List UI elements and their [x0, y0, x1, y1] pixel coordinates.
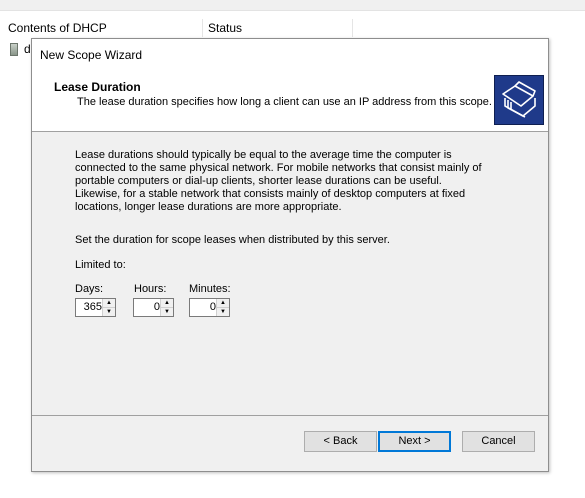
spin-down-arrow-icon[interactable]: ▼	[161, 308, 173, 316]
page-subtitle: The lease duration specifies how long a …	[77, 96, 492, 108]
spin-up-arrow-icon[interactable]: ▲	[103, 299, 115, 308]
description-line: Likewise, for a stable network that cons…	[75, 188, 466, 200]
set-duration-text: Set the duration for scope leases when d…	[75, 234, 390, 246]
top-toolbar-strip	[0, 0, 585, 11]
column-header-status[interactable]: Status	[208, 21, 242, 35]
days-label: Days:	[75, 283, 104, 295]
button-divider	[32, 415, 548, 416]
spin-down-arrow-icon[interactable]: ▼	[217, 308, 229, 316]
hours-spinner[interactable]: 0 ▲ ▼	[133, 298, 174, 317]
next-button[interactable]: Next >	[378, 431, 451, 452]
titlebar: New Scope Wizard	[32, 39, 548, 69]
new-scope-wizard-dialog: New Scope Wizard Lease Duration The leas…	[31, 38, 549, 472]
spin-up-arrow-icon[interactable]: ▲	[161, 299, 173, 308]
window-title: New Scope Wizard	[40, 48, 143, 62]
column-header-contents[interactable]: Contents of DHCP	[8, 21, 107, 35]
back-button[interactable]: < Back	[304, 431, 377, 452]
cancel-button[interactable]: Cancel	[462, 431, 535, 452]
spinner-buttons: ▲ ▼	[216, 299, 229, 316]
spin-down-arrow-icon[interactable]: ▼	[103, 308, 115, 316]
wizard-header: Lease Duration The lease duration specif…	[32, 69, 548, 132]
description-line: portable computers or dial-up clients, s…	[75, 175, 442, 187]
limited-to-label: Limited to:	[75, 259, 126, 271]
days-spinner[interactable]: 365 ▲ ▼	[75, 298, 116, 317]
days-value[interactable]: 365	[84, 301, 102, 313]
minutes-spinner[interactable]: 0 ▲ ▼	[189, 298, 230, 317]
folders-icon	[494, 75, 544, 125]
minutes-label: Minutes:	[189, 283, 231, 295]
spinner-buttons: ▲ ▼	[160, 299, 173, 316]
hours-label: Hours:	[134, 283, 167, 295]
description-line: locations, longer lease durations are mo…	[75, 201, 342, 213]
spinner-buttons: ▲ ▼	[102, 299, 115, 316]
column-divider[interactable]	[352, 19, 353, 37]
spin-up-arrow-icon[interactable]: ▲	[217, 299, 229, 308]
description-line: connected to the same physical network. …	[75, 162, 482, 174]
page-title: Lease Duration	[54, 80, 141, 94]
description-line: Lease durations should typically be equa…	[75, 149, 452, 161]
list-item[interactable]: d	[24, 42, 31, 56]
server-icon	[10, 43, 18, 56]
lease-description: Lease durations should typically be equa…	[75, 149, 515, 214]
column-divider[interactable]	[202, 19, 203, 37]
